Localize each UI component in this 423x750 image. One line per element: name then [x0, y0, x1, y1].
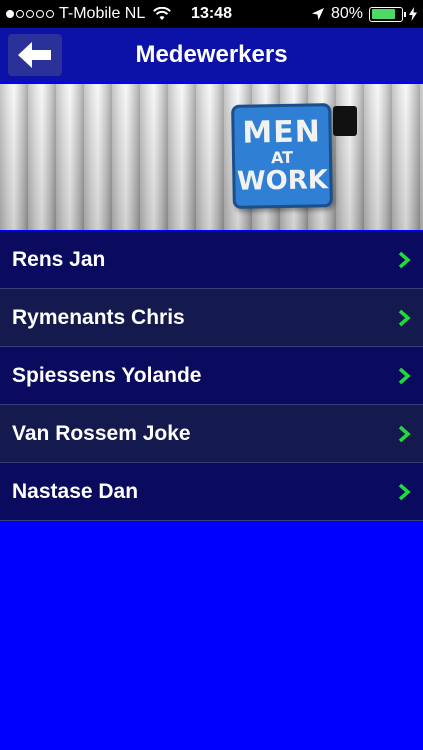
battery-percent: 80% — [330, 5, 363, 22]
battery-icon — [369, 6, 406, 22]
staff-name: Rymenants Chris — [12, 305, 185, 329]
chevron-right-icon — [398, 367, 411, 384]
back-button[interactable] — [8, 34, 62, 76]
charging-bolt-icon — [409, 7, 417, 21]
sign-text-line2: AT — [270, 147, 294, 168]
wifi-icon — [153, 7, 172, 20]
arrow-left-icon — [18, 42, 51, 68]
signal-strength-icon — [6, 10, 54, 18]
status-bar: T-Mobile NL 13:48 80% — [0, 0, 423, 28]
list-item[interactable]: Rymenants Chris — [0, 289, 423, 347]
carrier-name: T-Mobile NL — [59, 5, 146, 22]
list-item[interactable]: Spiessens Yolande — [0, 347, 423, 405]
chevron-right-icon — [398, 483, 411, 500]
staff-list: Rens Jan Rymenants Chris Spiessens Yolande… — [0, 231, 423, 521]
chevron-right-icon — [398, 251, 411, 268]
list-item[interactable]: Nastase Dan — [0, 463, 423, 521]
men-at-work-sign: MEN AT WORK — [231, 103, 333, 209]
chevron-right-icon — [398, 425, 411, 442]
navigation-bar: Medewerkers — [0, 28, 423, 82]
chevron-right-icon — [398, 309, 411, 326]
location-arrow-icon — [311, 8, 324, 20]
staff-name: Spiessens Yolande — [12, 363, 202, 387]
header-image: MEN AT WORK — [0, 84, 423, 230]
staff-name: Rens Jan — [12, 247, 106, 271]
sign-text-line3: WORK — [236, 165, 329, 197]
wall-hook — [333, 106, 357, 136]
sign-text-line1: MEN — [242, 114, 322, 151]
staff-name: Van Rossem Joke — [12, 421, 191, 445]
clock: 13:48 — [191, 5, 232, 22]
list-item[interactable]: Van Rossem Joke — [0, 405, 423, 463]
list-item[interactable]: Rens Jan — [0, 231, 423, 289]
staff-name: Nastase Dan — [12, 479, 139, 503]
page-title: Medewerkers — [135, 41, 288, 68]
